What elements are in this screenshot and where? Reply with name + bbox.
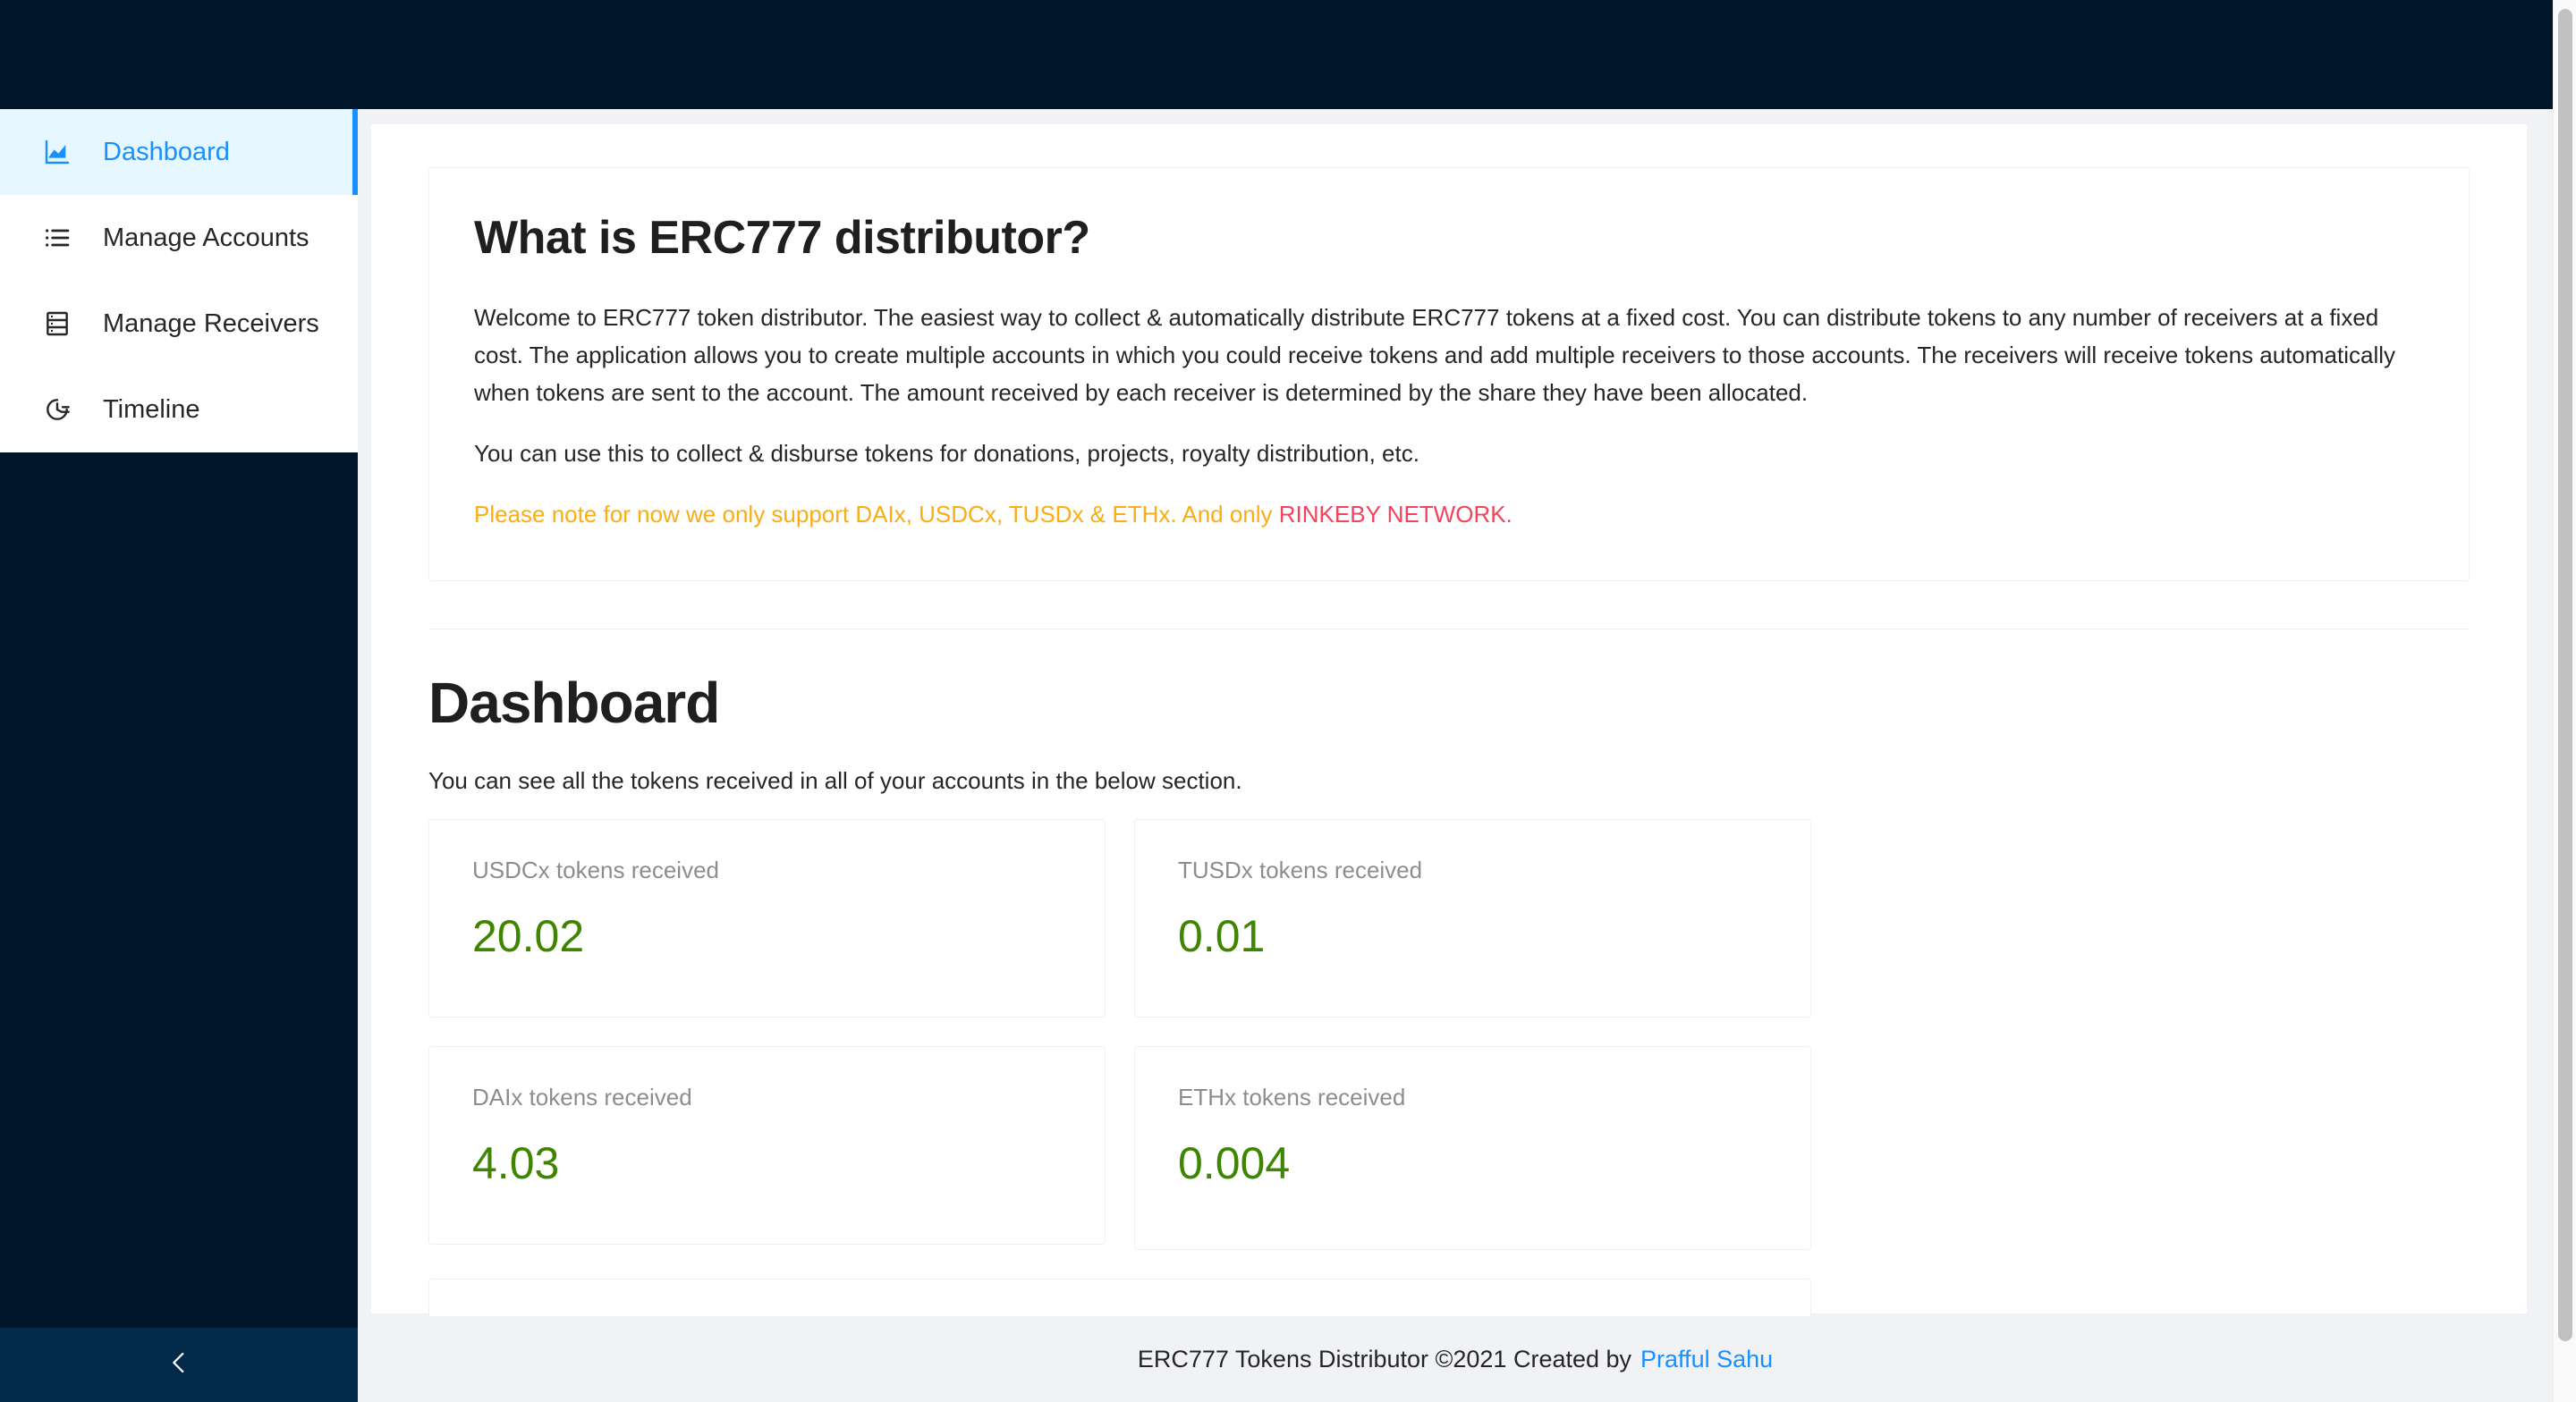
footer: ERC777 Tokens Distributor ©2021 Created … — [358, 1316, 2553, 1402]
stat-card-usdcx: USDCx tokens received 20.02 — [428, 818, 1106, 1018]
support-note-prefix: Please note for now we only support DAIx… — [474, 501, 1279, 528]
support-note: Please note for now we only support DAIx… — [474, 495, 2424, 533]
sidebar-collapse-trigger[interactable] — [0, 1328, 358, 1402]
page-subtitle: You can see all the tokens received in a… — [428, 766, 1242, 794]
stat-label: DAIx tokens received — [472, 1083, 692, 1111]
scrollbar-thumb[interactable] — [2558, 9, 2572, 1341]
chevron-left-icon — [164, 1347, 194, 1382]
sidebar-item-timeline[interactable]: Timeline — [0, 367, 358, 452]
sidebar-item-label: Manage Accounts — [103, 223, 309, 252]
sidebar: Dashboard Manage Accounts Manage Receive… — [0, 109, 358, 1402]
stat-value: 0.004 — [1178, 1137, 1291, 1188]
bars-list-icon — [40, 221, 74, 255]
stat-card-tusdx: TUSDx tokens received 0.01 — [1134, 818, 1811, 1018]
footer-text: ERC777 Tokens Distributor ©2021 Created … — [1137, 1345, 1632, 1372]
database-icon — [40, 307, 74, 341]
page-title: Dashboard — [428, 670, 720, 735]
sidebar-item-label: Manage Receivers — [103, 308, 319, 338]
stat-label: USDCx tokens received — [472, 856, 719, 883]
stat-card-daix: DAIx tokens received 4.03 — [428, 1045, 1106, 1245]
sidebar-item-label: Dashboard — [103, 137, 230, 166]
stat-card-ethx: ETHx tokens received 0.004 — [1134, 1045, 1811, 1250]
stat-value: 20.02 — [472, 910, 585, 961]
stat-card-grid: USDCx tokens received 20.02 TUSDx tokens… — [428, 818, 2470, 1402]
intro-card: What is ERC777 distributor? Welcome to E… — [428, 167, 2470, 581]
intro-paragraph-2: You can use this to collect & disburse t… — [474, 440, 1419, 468]
sidebar-item-manage-receivers[interactable]: Manage Receivers — [0, 281, 358, 367]
top-header-bar — [0, 0, 2553, 109]
sidebar-item-label: Timeline — [103, 394, 200, 424]
clock-history-icon — [40, 393, 74, 427]
sidebar-item-manage-accounts[interactable]: Manage Accounts — [0, 195, 358, 281]
support-note-network: RINKEBY NETWORK. — [1278, 501, 1513, 528]
content-inner: What is ERC777 distributor? Welcome to E… — [371, 124, 2527, 1402]
vertical-scrollbar[interactable] — [2553, 0, 2576, 1402]
area-chart-icon — [40, 135, 74, 169]
stat-value: 4.03 — [472, 1137, 560, 1188]
footer-author-link[interactable]: Prafful Sahu — [1640, 1346, 1773, 1373]
page-area: What is ERC777 distributor? Welcome to E… — [358, 109, 2553, 1402]
content-panel: What is ERC777 distributor? Welcome to E… — [371, 124, 2527, 1402]
stat-label: TUSDx tokens received — [1178, 856, 1423, 883]
sidebar-menu: Dashboard Manage Accounts Manage Receive… — [0, 109, 358, 452]
stat-label: ETHx tokens received — [1178, 1083, 1406, 1111]
intro-title: What is ERC777 distributor? — [474, 212, 1090, 264]
intro-paragraph-1: Welcome to ERC777 token distributor. The… — [474, 304, 2396, 407]
app-root: Dashboard Manage Accounts Manage Receive… — [0, 0, 2576, 1402]
sidebar-item-dashboard[interactable]: Dashboard — [0, 109, 358, 195]
stat-value: 0.01 — [1178, 910, 1266, 961]
